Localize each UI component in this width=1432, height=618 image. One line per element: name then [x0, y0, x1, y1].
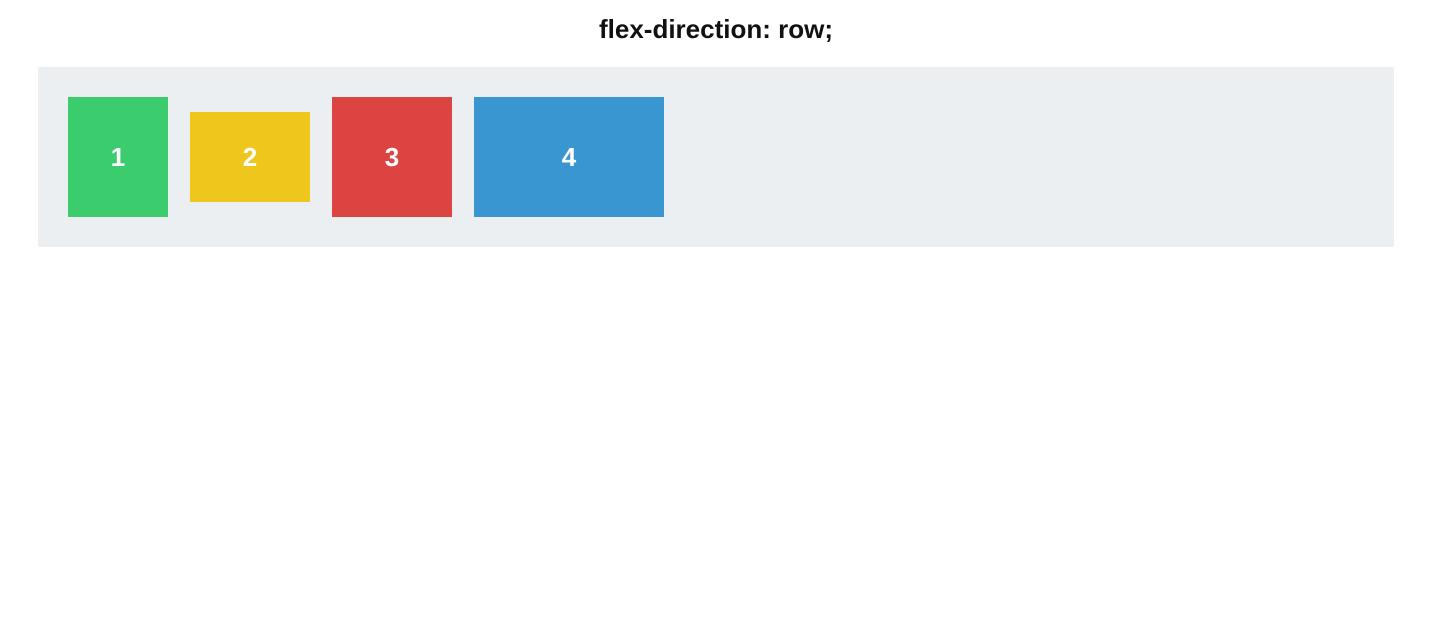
page-title: flex-direction: row; [0, 14, 1432, 45]
flex-container: 1 2 3 4 [38, 67, 1394, 247]
flex-item-2: 2 [190, 112, 310, 202]
flex-item-3: 3 [332, 97, 452, 217]
flex-item-4: 4 [474, 97, 664, 217]
flex-item-1: 1 [68, 97, 168, 217]
